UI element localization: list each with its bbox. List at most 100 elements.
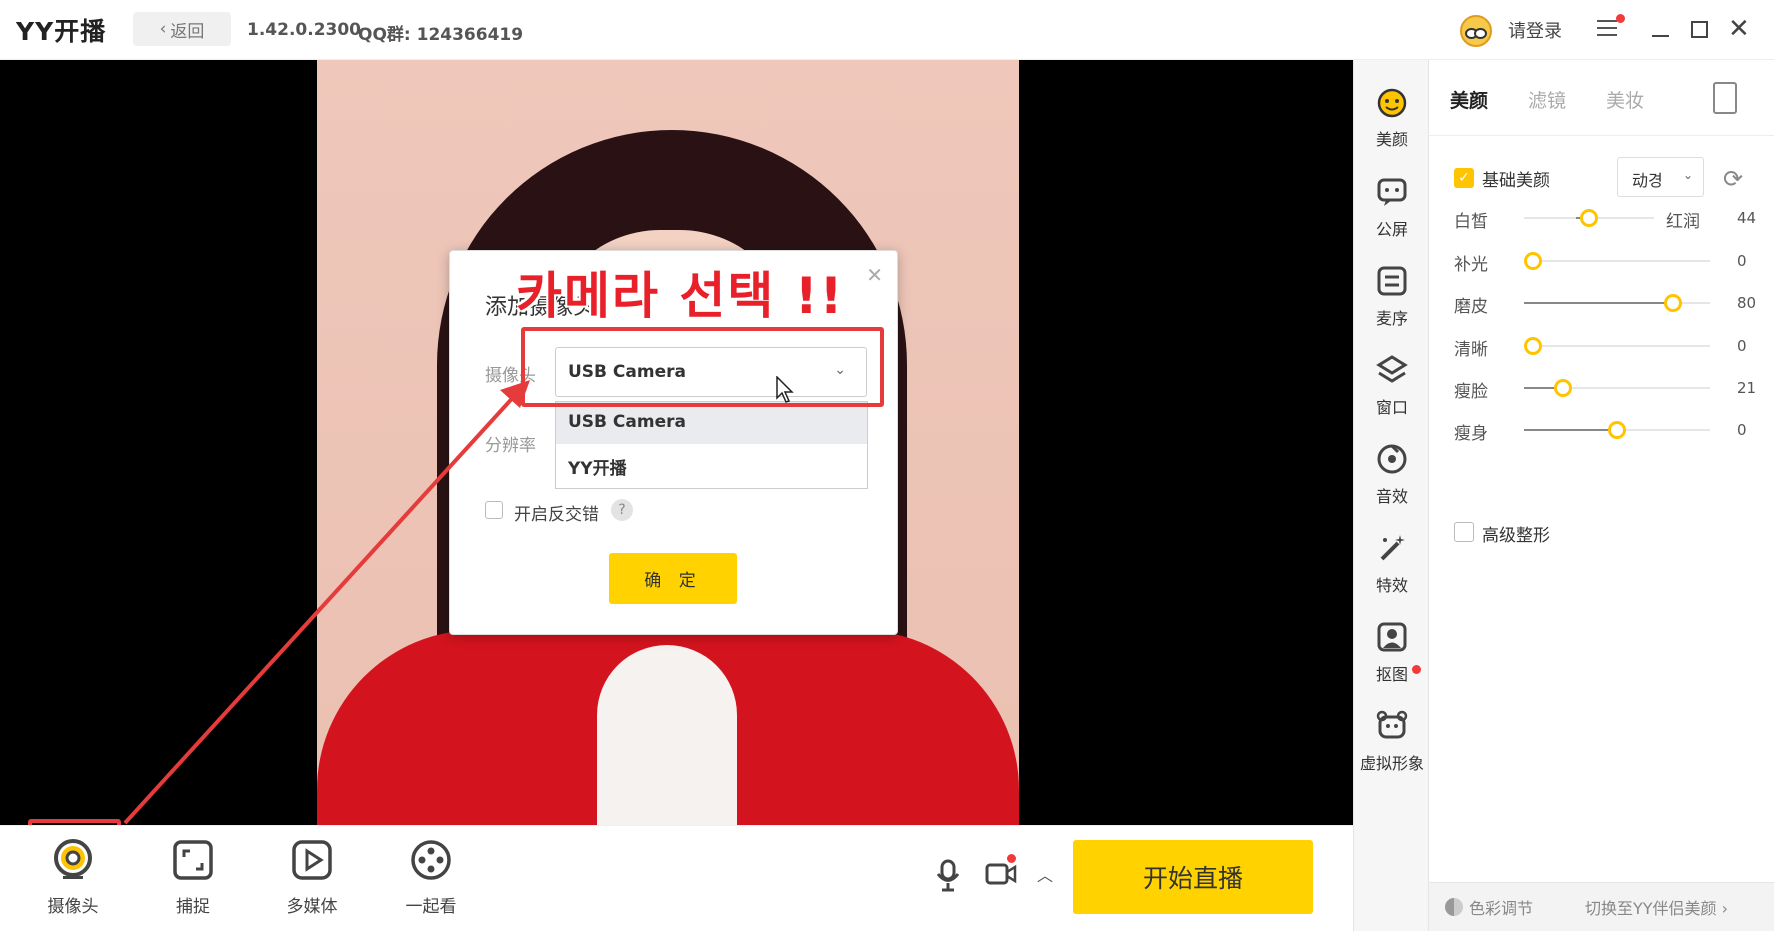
confirm-button[interactable]: 确 定 (609, 553, 737, 604)
video-camera-icon[interactable] (985, 859, 1017, 889)
slider-value: 0 (1737, 252, 1747, 270)
panel-compare-icon[interactable] (1713, 82, 1737, 114)
virtual-avatar-icon (1376, 710, 1408, 739)
back-label: 返回 (170, 21, 205, 42)
start-live-button[interactable]: 开始直播 (1073, 840, 1313, 914)
app-logo: YY开播 (16, 17, 107, 46)
login-link[interactable]: 请登录 (1508, 17, 1562, 43)
slider-value: 80 (1737, 294, 1757, 312)
watch-together-button[interactable]: 一起看 (386, 838, 476, 917)
nav-label: 音效 (1375, 487, 1408, 506)
capture-tool-button[interactable]: 捕捉 (148, 838, 238, 917)
basic-beauty-checkbox[interactable]: ✓ (1454, 168, 1474, 188)
camera-dropdown: USB Camera YY开播 (555, 401, 868, 489)
slider-knob[interactable] (1524, 252, 1542, 270)
qq-group-text: QQ群: 124366419 (358, 25, 524, 45)
nav-item-cutout[interactable]: 抠图 (1354, 621, 1430, 685)
camera-tool-label: 摄像头 (47, 897, 99, 917)
slider-fill (1524, 302, 1673, 304)
nav-label: 虚拟形象 (1359, 754, 1424, 773)
video-notification-dot (1007, 854, 1016, 863)
slider-row: 瘦脸 21 (1454, 373, 1756, 403)
play-icon (292, 840, 332, 880)
switch-beauty-label: 切换至YY伴侣美颜 (1585, 899, 1717, 918)
chevron-up-icon[interactable]: ︿ (1037, 862, 1053, 886)
switch-beauty-link[interactable]: 切换至YY伴侣美颜 › (1585, 895, 1728, 919)
slider-label: 补光 (1454, 255, 1488, 275)
slider-knob[interactable] (1554, 379, 1573, 397)
slider-knob[interactable] (1608, 421, 1626, 439)
panel-footer: 色彩调节 切换至YY伴侣美颜 › (1429, 882, 1774, 931)
slider-track[interactable] (1524, 209, 1654, 227)
close-icon[interactable]: ✕ (1728, 16, 1750, 42)
app-window: YY开播 ‹ 返回 1.42.0.2300 QQ群: 124366419 请登录… (0, 0, 1774, 931)
slider-label: 白皙 (1454, 212, 1488, 232)
slider-row: 补光 0 (1454, 246, 1754, 276)
nav-item-beauty[interactable]: 美颜 (1354, 86, 1430, 150)
slider-knob[interactable] (1663, 294, 1682, 312)
slider-label: 瘦身 (1454, 424, 1488, 444)
camera-option[interactable]: YY开播 (556, 444, 867, 486)
tab-filter[interactable]: 滤镜 (1528, 86, 1566, 113)
slider-knob[interactable] (1580, 209, 1598, 227)
webcam-icon (54, 839, 92, 879)
preset-select[interactable]: 动경 ⌄ (1617, 157, 1704, 197)
color-adjust-label: 色彩调节 (1469, 899, 1534, 918)
slider-fill (1524, 429, 1617, 431)
tab-makeup[interactable]: 美妆 (1606, 86, 1644, 113)
slider-row: 磨皮 80 (1454, 288, 1757, 318)
tab-beauty[interactable]: 美颜 (1450, 86, 1488, 113)
chat-bubble-icon (1377, 178, 1407, 206)
nav-item-chat[interactable]: 公屏 (1354, 176, 1430, 240)
minimize-icon[interactable] (1652, 35, 1669, 37)
help-icon[interactable]: ? (611, 499, 633, 521)
slider-label: 清晰 (1454, 340, 1488, 360)
camera-tool-button[interactable]: 摄像头 (28, 838, 118, 917)
nav-item-avatar[interactable]: 虚拟形象 (1354, 710, 1430, 774)
nav-label: 公屏 (1375, 220, 1408, 239)
annotation-box-select (521, 327, 884, 407)
slider-track[interactable] (1524, 421, 1710, 439)
maximize-icon[interactable] (1691, 21, 1708, 38)
slider-track[interactable] (1524, 294, 1710, 312)
nav-item-window[interactable]: 窗口 (1354, 354, 1430, 418)
slider-row: 清晰 0 (1454, 331, 1754, 361)
basic-beauty-label: 基础美颜 (1482, 171, 1550, 191)
annotation-text: 카메라 선택 !! (516, 267, 845, 325)
slider-knob[interactable] (1524, 337, 1542, 355)
slider-track[interactable] (1524, 337, 1710, 355)
advanced-shape-checkbox[interactable] (1454, 522, 1474, 542)
capture-icon (173, 840, 213, 880)
nav-label: 特效 (1375, 576, 1408, 595)
slider-label: 磨皮 (1454, 297, 1488, 317)
avatar[interactable] (1460, 15, 1492, 47)
media-tool-label: 多媒体 (286, 897, 338, 917)
cutout-notification-dot (1412, 665, 1421, 674)
nav-label: 麦序 (1375, 309, 1408, 328)
reset-icon[interactable]: ⟳ (1723, 165, 1743, 193)
back-button[interactable]: ‹ 返回 (133, 12, 231, 46)
slider-track[interactable] (1524, 379, 1710, 397)
mouse-cursor-icon (776, 376, 794, 403)
chevron-left-icon: ‹ (159, 19, 167, 39)
capture-tool-label: 捕捉 (176, 897, 210, 917)
bottom-toolbar: 摄像头 捕捉 多媒体 一起看 ︿ 开始直播 (0, 825, 1353, 931)
slider-value: 0 (1737, 421, 1747, 439)
nav-item-sound[interactable]: 音效 (1354, 443, 1430, 507)
portrait-icon (1377, 622, 1407, 652)
nav-item-mic-queue[interactable]: 麦序 (1354, 265, 1430, 329)
film-reel-icon (411, 840, 451, 880)
dialog-close-icon[interactable]: ✕ (866, 263, 883, 287)
camera-option[interactable]: USB Camera (556, 402, 867, 444)
beauty-panel: 美颜 滤镜 美妆 ✓ 基础美颜 动경 ⌄ ⟳ 白皙 红润 44 补光 0 磨皮 80 清晰 0 瘦… (1429, 60, 1774, 931)
resolution-label: 分辨率 (485, 436, 536, 456)
deinterlace-checkbox[interactable] (485, 501, 503, 519)
slider-value: 0 (1737, 337, 1747, 355)
media-tool-button[interactable]: 多媒体 (267, 838, 357, 917)
list-icon (1377, 266, 1407, 296)
slider-track[interactable] (1524, 252, 1710, 270)
nav-item-effects[interactable]: 特效 (1354, 532, 1430, 596)
microphone-icon[interactable] (935, 859, 961, 893)
menu-icon[interactable] (1597, 20, 1617, 38)
color-adjust-button[interactable]: 色彩调节 (1445, 895, 1533, 919)
